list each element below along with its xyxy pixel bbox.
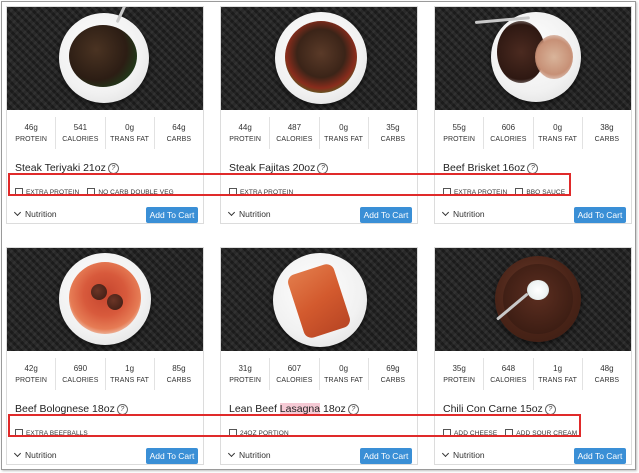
nutrition-stats: 46g PROTEIN 541 CALORIES 0g TRANS FAT 64g CA… — [7, 117, 203, 149]
protein-label: PROTEIN — [229, 136, 262, 143]
protein-value: 35g — [452, 364, 466, 373]
carbs-value: 69g — [386, 364, 400, 373]
meal-photo — [7, 248, 203, 351]
meal-photo — [221, 248, 417, 351]
nutrition-toggle[interactable]: Nutrition — [441, 449, 485, 460]
add-to-cart-button[interactable]: Add To Cart — [360, 448, 412, 464]
add-to-cart-button[interactable]: Add To Cart — [146, 207, 198, 223]
calories-label: CALORIES — [490, 136, 527, 143]
carbs-label: CARBS — [166, 377, 192, 384]
calories-label: CALORIES — [62, 136, 99, 143]
carbs-value: 85g — [172, 364, 186, 373]
chevron-down-icon — [227, 208, 236, 217]
nutrition-stats: 35g PROTEIN 648 CALORIES 1g TRANS FAT 48g CA… — [435, 358, 631, 390]
product-grid: 46g PROTEIN 541 CALORIES 0g TRANS FAT 64g CA… — [1, 1, 636, 470]
trans-fat-label: TRANS FAT — [110, 377, 150, 384]
add-to-cart-button[interactable]: Add To Cart — [146, 448, 198, 464]
protein-label: PROTEIN — [15, 377, 48, 384]
chevron-down-icon — [441, 208, 450, 217]
calories-value: 541 — [73, 123, 88, 132]
nutrition-toggle-label: Nutrition — [25, 209, 57, 219]
add-to-cart-button[interactable]: Add To Cart — [574, 207, 626, 223]
nutrition-toggle[interactable]: Nutrition — [227, 449, 271, 460]
carbs-value: 35g — [386, 123, 400, 132]
protein-value: 44g — [238, 123, 252, 132]
meal-photo — [435, 7, 631, 110]
trans-fat-value: 1g — [125, 364, 135, 373]
chevron-down-icon — [13, 449, 22, 458]
nutrition-stats: 44g PROTEIN 487 CALORIES 0g TRANS FAT 35g CA… — [221, 117, 417, 149]
nutrition-toggle[interactable]: Nutrition — [13, 449, 57, 460]
calories-value: 690 — [73, 364, 88, 373]
nutrition-stats: 55g PROTEIN 606 CALORIES 0g TRANS FAT 38g CA… — [435, 117, 631, 149]
meal-photo — [221, 7, 417, 110]
nutrition-toggle-label: Nutrition — [25, 450, 57, 460]
chevron-down-icon — [441, 449, 450, 458]
nutrition-toggle[interactable]: Nutrition — [227, 208, 271, 219]
carbs-value: 64g — [172, 123, 186, 132]
calories-value: 487 — [287, 123, 302, 132]
chevron-down-icon — [227, 449, 236, 458]
calories-label: CALORIES — [62, 377, 99, 384]
carbs-value: 38g — [600, 123, 614, 132]
carbs-label: CARBS — [380, 377, 406, 384]
calories-label: CALORIES — [276, 136, 313, 143]
calories-value: 607 — [287, 364, 302, 373]
add-to-cart-button[interactable]: Add To Cart — [574, 448, 626, 464]
carbs-label: CARBS — [594, 377, 620, 384]
protein-value: 42g — [24, 364, 38, 373]
protein-value: 55g — [452, 123, 466, 132]
nutrition-toggle-label: Nutrition — [453, 209, 485, 219]
carbs-label: CARBS — [594, 136, 620, 143]
protein-label: PROTEIN — [443, 377, 476, 384]
trans-fat-value: 0g — [553, 123, 563, 132]
trans-fat-value: 1g — [553, 364, 563, 373]
protein-label: PROTEIN — [229, 377, 262, 384]
options-highlight-box-bottom — [8, 414, 581, 437]
trans-fat-value: 0g — [339, 123, 349, 132]
trans-fat-label: TRANS FAT — [538, 136, 578, 143]
carbs-label: CARBS — [166, 136, 192, 143]
trans-fat-label: TRANS FAT — [538, 377, 578, 384]
add-to-cart-button[interactable]: Add To Cart — [360, 207, 412, 223]
protein-value: 46g — [24, 123, 38, 132]
nutrition-toggle-label: Nutrition — [239, 450, 271, 460]
trans-fat-value: 0g — [125, 123, 135, 132]
protein-label: PROTEIN — [15, 136, 48, 143]
trans-fat-label: TRANS FAT — [110, 136, 150, 143]
meal-photo — [435, 248, 631, 351]
nutrition-toggle[interactable]: Nutrition — [13, 208, 57, 219]
trans-fat-value: 0g — [339, 364, 349, 373]
nutrition-stats: 42g PROTEIN 690 CALORIES 1g TRANS FAT 85g CA… — [7, 358, 203, 390]
carbs-label: CARBS — [380, 136, 406, 143]
calories-value: 606 — [501, 123, 516, 132]
chevron-down-icon — [13, 208, 22, 217]
nutrition-toggle-label: Nutrition — [239, 209, 271, 219]
meal-photo — [7, 7, 203, 110]
nutrition-stats: 31g PROTEIN 607 CALORIES 0g TRANS FAT 69g CA… — [221, 358, 417, 390]
options-highlight-box-top — [8, 173, 571, 196]
nutrition-toggle-label: Nutrition — [453, 450, 485, 460]
protein-value: 31g — [238, 364, 252, 373]
calories-label: CALORIES — [276, 377, 313, 384]
protein-label: PROTEIN — [443, 136, 476, 143]
nutrition-toggle[interactable]: Nutrition — [441, 208, 485, 219]
trans-fat-label: TRANS FAT — [324, 136, 364, 143]
trans-fat-label: TRANS FAT — [324, 377, 364, 384]
carbs-value: 48g — [600, 364, 614, 373]
calories-value: 648 — [501, 364, 516, 373]
calories-label: CALORIES — [490, 377, 527, 384]
